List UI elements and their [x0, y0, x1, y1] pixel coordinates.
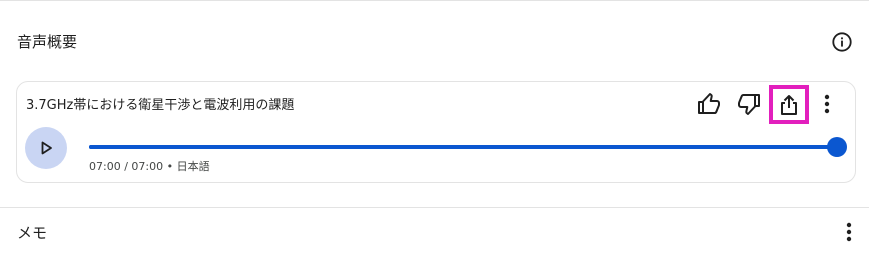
thumbs-up-button[interactable] — [693, 88, 725, 120]
audio-title: 3.7GHz帯における衛星干渉と電波利用の課題 — [26, 98, 295, 113]
memo-title: メモ — [17, 224, 48, 242]
section-title: 音声概要 — [17, 33, 78, 51]
thumbs-down-icon — [738, 94, 760, 115]
time-and-language: 07:00 / 07:00 • 日本語 — [89, 160, 210, 173]
progress-fill — [89, 145, 837, 149]
share-icon — [781, 94, 797, 115]
progress-slider[interactable] — [89, 137, 847, 157]
audio-overview-header: 音声概要 — [0, 24, 869, 58]
thumbs-up-icon — [698, 93, 720, 114]
info-icon — [832, 32, 852, 52]
progress-thumb[interactable] — [827, 137, 847, 157]
info-button[interactable] — [830, 30, 854, 54]
share-button[interactable] — [769, 85, 809, 124]
audio-card: 3.7GHz帯における衛星干渉と電波利用の課題 07:00 / 07:00 • … — [16, 81, 856, 183]
top-divider — [0, 0, 869, 1]
more-vert-icon — [824, 94, 830, 114]
thumbs-down-button[interactable] — [733, 88, 765, 120]
memo-divider — [0, 207, 869, 208]
more-options-button[interactable] — [813, 88, 841, 120]
play-icon — [41, 141, 52, 155]
memo-more-button[interactable] — [839, 220, 859, 244]
more-vert-icon — [846, 222, 852, 242]
play-button[interactable] — [25, 127, 67, 169]
